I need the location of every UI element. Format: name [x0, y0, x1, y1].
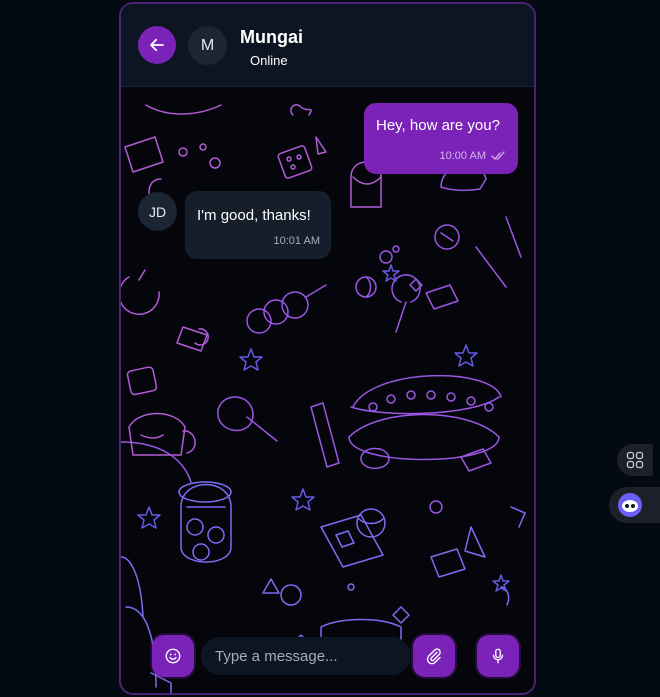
message-time: 10:01 AM [273, 235, 320, 247]
message-text: Hey, how are you? [376, 117, 500, 134]
outgoing-message[interactable]: Hey, how are you? 10:00 AM [364, 103, 518, 174]
message-text: I'm good, thanks! [197, 207, 311, 224]
back-button[interactable] [138, 26, 176, 64]
attach-button[interactable] [413, 635, 455, 677]
emoji-button[interactable] [152, 635, 194, 677]
grid-icon [626, 451, 644, 469]
microphone-icon [492, 648, 504, 664]
apps-widget-button[interactable] [617, 444, 653, 476]
page: M Mungai Online Hey, how are you? 10:00 … [0, 0, 660, 697]
paperclip-icon [426, 648, 441, 665]
message-list[interactable]: Hey, how are you? 10:00 AM JD I'm good, … [121, 87, 534, 693]
smiley-icon [165, 648, 181, 664]
double-check-icon [491, 151, 505, 160]
contact-avatar[interactable]: M [188, 26, 227, 65]
message-time: 10:00 AM [439, 150, 486, 162]
sender-avatar[interactable]: JD [138, 192, 177, 231]
message-input[interactable] [201, 637, 411, 675]
chat-window: M Mungai Online Hey, how are you? 10:00 … [119, 2, 536, 695]
bot-face-icon [618, 493, 642, 517]
doodle-wallpaper [121, 104, 526, 693]
chat-header: M Mungai Online [121, 4, 534, 87]
arrow-left-icon [150, 38, 164, 52]
contact-name: Mungai [240, 27, 303, 47]
incoming-message[interactable]: I'm good, thanks! 10:01 AM [185, 191, 331, 259]
message-meta: 10:00 AM [440, 150, 506, 162]
message-composer [121, 633, 534, 679]
contact-status: Online [250, 53, 288, 68]
microphone-button[interactable] [477, 635, 519, 677]
assistant-widget-button[interactable] [609, 487, 660, 523]
